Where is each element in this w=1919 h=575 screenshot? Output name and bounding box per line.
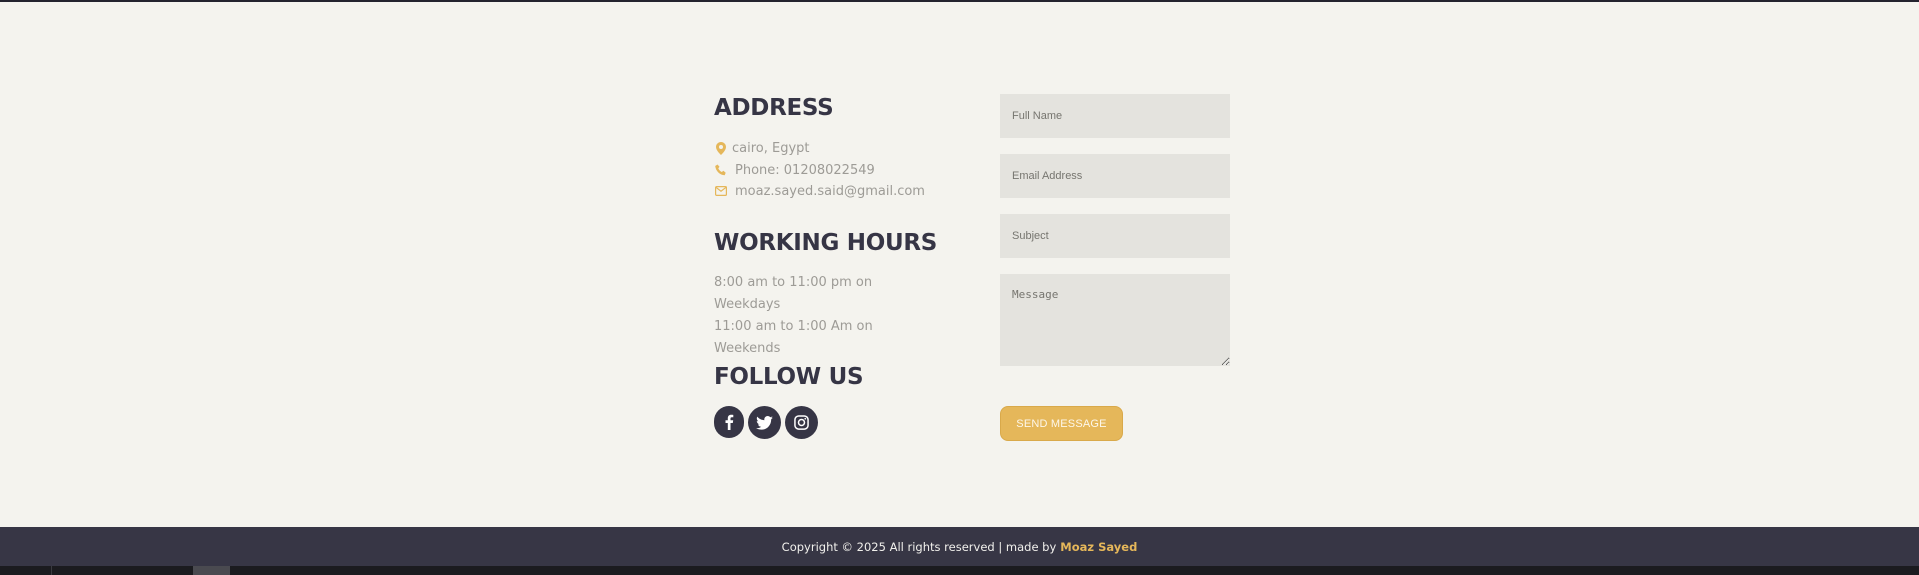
address-email: moaz.sayed.said@gmail.com bbox=[714, 182, 925, 200]
envelope-icon bbox=[714, 184, 728, 198]
working-hours-text: 8:00 am to 11:00 pm on Weekdays 11:00 am… bbox=[714, 272, 934, 360]
map-marker-icon bbox=[714, 141, 728, 155]
contact-section: ADDRESS cairo, Egypt Phone: 01208022549 … bbox=[0, 2, 1919, 527]
address-location: cairo, Egypt bbox=[714, 139, 810, 157]
email-text: moaz.sayed.said@gmail.com bbox=[735, 183, 925, 199]
taskbar-item[interactable] bbox=[193, 566, 230, 575]
phone-icon bbox=[714, 163, 728, 177]
phone-text: Phone: 01208022549 bbox=[735, 162, 875, 178]
full-name-input[interactable] bbox=[1000, 94, 1230, 138]
weekend-hours: 11:00 am to 1:00 Am on Weekends bbox=[714, 319, 873, 356]
social-links bbox=[714, 406, 818, 439]
twitter-icon[interactable] bbox=[748, 406, 781, 439]
subject-input[interactable] bbox=[1000, 214, 1230, 258]
address-heading: ADDRESS bbox=[714, 95, 834, 121]
instagram-icon[interactable] bbox=[785, 406, 818, 439]
working-hours-heading: WORKING HOURS bbox=[714, 230, 938, 256]
email-input[interactable] bbox=[1000, 154, 1230, 198]
message-textarea[interactable] bbox=[1000, 274, 1230, 366]
facebook-icon[interactable] bbox=[714, 406, 744, 438]
author-link[interactable]: Moaz Sayed bbox=[1060, 540, 1137, 554]
address-phone: Phone: 01208022549 bbox=[714, 161, 875, 179]
send-message-button[interactable]: SEND MESSAGE bbox=[1000, 406, 1123, 441]
location-text: cairo, Egypt bbox=[732, 140, 810, 156]
taskbar-divider bbox=[51, 566, 52, 575]
weekday-hours: 8:00 am to 11:00 pm on Weekdays bbox=[714, 275, 873, 312]
footer: Copyright © 2025 All rights reserved | m… bbox=[0, 527, 1919, 566]
follow-us-heading: FOLLOW US bbox=[714, 364, 864, 390]
copyright-text: Copyright © 2025 All rights reserved | m… bbox=[781, 539, 1057, 554]
taskbar-strip bbox=[0, 566, 1919, 575]
